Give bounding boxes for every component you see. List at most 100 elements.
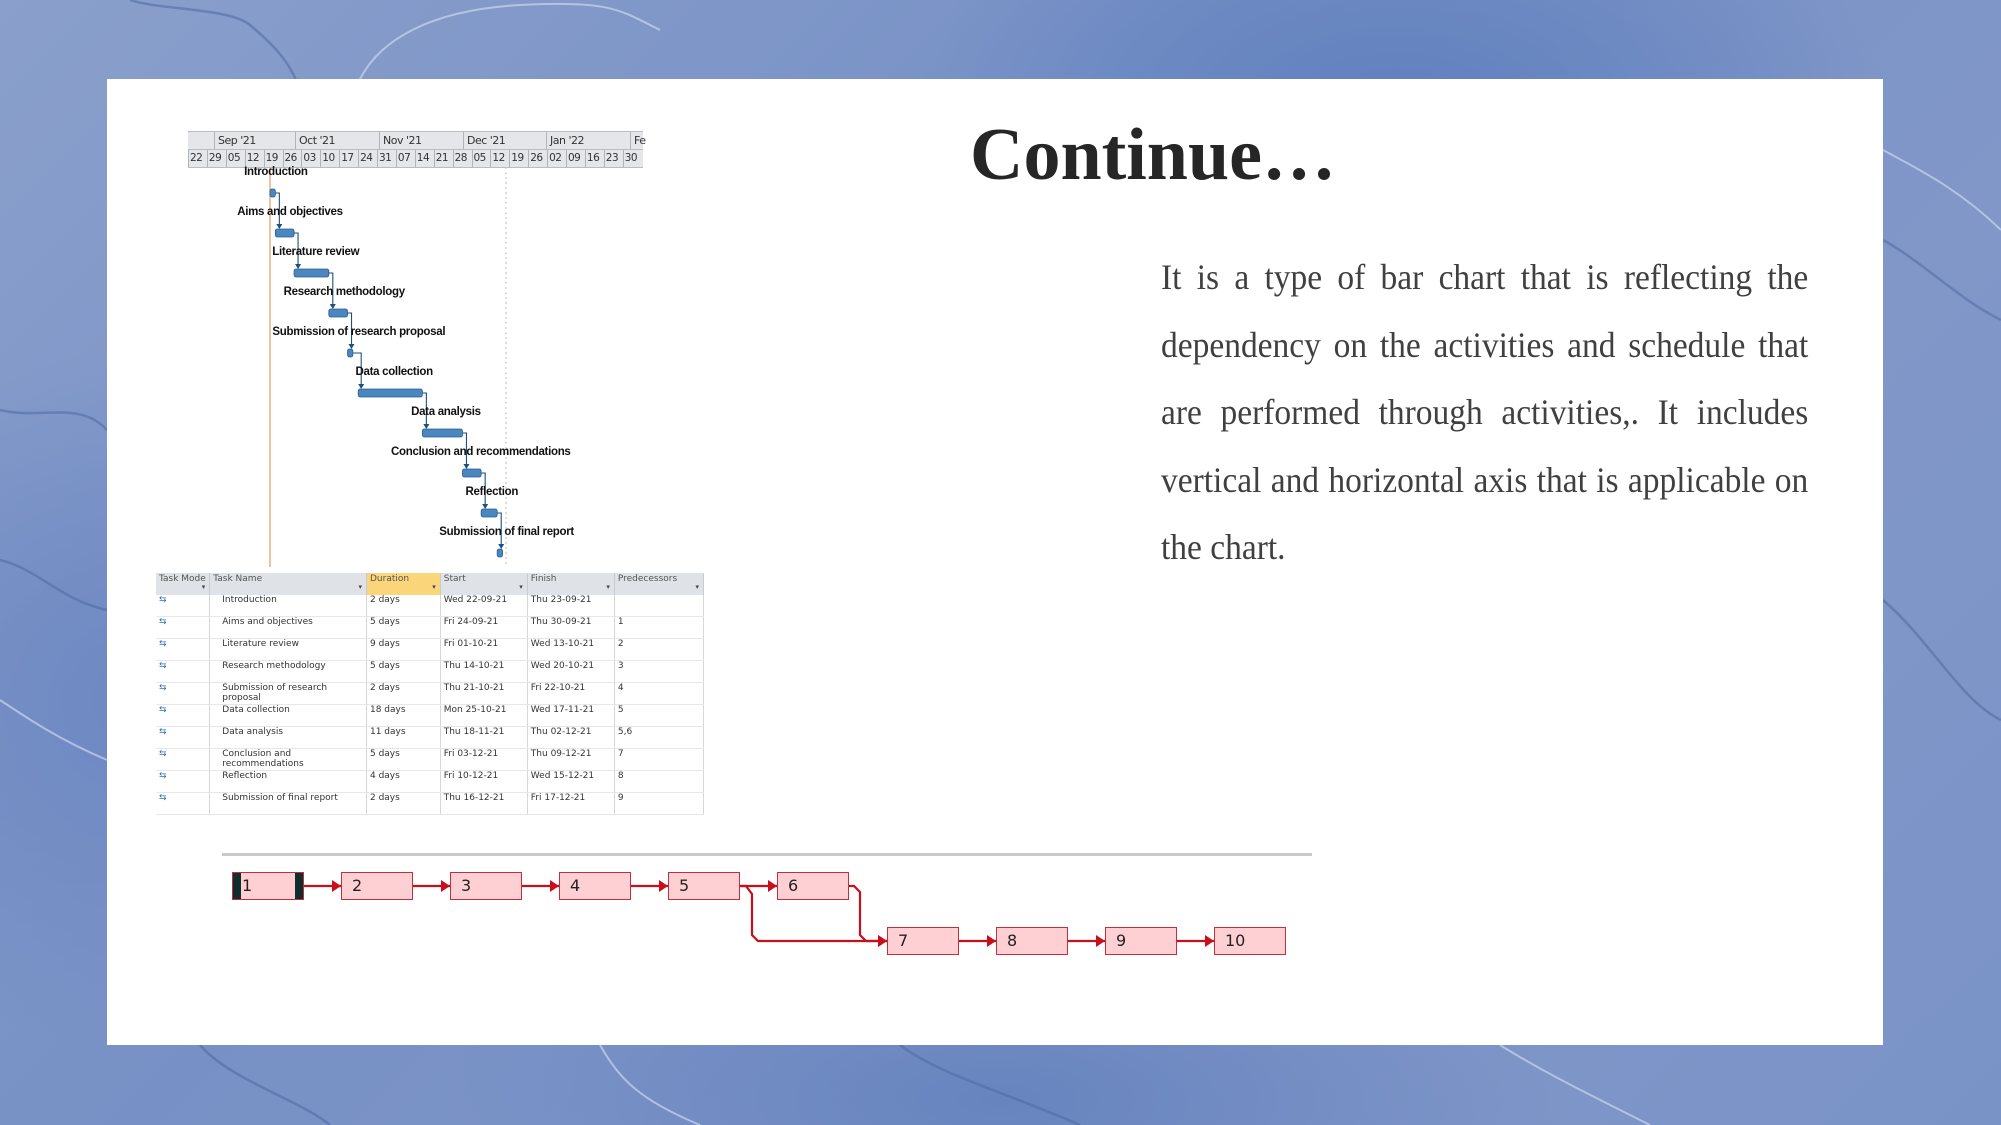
duration-cell[interactable]: 18 days: [366, 704, 441, 727]
start-cell[interactable]: Mon 25-10-21: [440, 704, 528, 727]
task-name-cell[interactable]: Research methodology: [209, 660, 367, 683]
table-row[interactable]: ⇆ Submission of research proposal 2 days Th…: [156, 682, 705, 705]
network-node[interactable]: 2: [341, 872, 413, 900]
predecessors-cell[interactable]: 3: [614, 660, 705, 683]
task-mode-icon[interactable]: ⇆: [156, 770, 211, 793]
table-row[interactable]: ⇆ Aims and objectives 5 days Fri 24-09-21 Th…: [156, 616, 705, 639]
duration-cell[interactable]: 5 days: [366, 660, 441, 683]
finish-cell[interactable]: Thu 09-12-21: [527, 748, 615, 771]
duration-cell[interactable]: 2 days: [366, 595, 441, 617]
task-mode-icon[interactable]: ⇆: [156, 660, 211, 683]
task-mode-icon[interactable]: ⇆: [156, 638, 211, 661]
finish-cell[interactable]: Wed 20-10-21: [527, 660, 615, 683]
duration-cell[interactable]: 5 days: [366, 616, 441, 639]
task-mode-icon[interactable]: ⇆: [156, 682, 211, 705]
gantt-bar[interactable]: [357, 388, 423, 398]
gantt-bar[interactable]: [496, 548, 503, 558]
finish-cell[interactable]: Thu 23-09-21: [527, 595, 615, 617]
start-cell[interactable]: Wed 22-09-21: [440, 595, 528, 617]
start-cell[interactable]: Thu 21-10-21: [440, 682, 528, 705]
task-name-cell[interactable]: Submission of final report: [209, 792, 367, 815]
finish-cell[interactable]: Thu 02-12-21: [527, 726, 615, 749]
table-row[interactable]: ⇆ Submission of final report 2 days Thu 16-…: [156, 792, 705, 815]
gantt-bar[interactable]: [462, 468, 482, 478]
gantt-bar[interactable]: [421, 428, 463, 438]
predecessors-cell[interactable]: 8: [614, 770, 705, 793]
start-cell[interactable]: Thu 14-10-21: [440, 660, 528, 683]
start-cell[interactable]: Thu 16-12-21: [440, 792, 528, 815]
predecessors-cell[interactable]: 5: [614, 704, 705, 727]
network-node[interactable]: 5: [668, 872, 740, 900]
dropdown-icon[interactable]: ▾: [358, 583, 362, 592]
header-predecessors[interactable]: Predecessors ▾: [614, 573, 705, 595]
table-row[interactable]: ⇆ Reflection 4 days Fri 10-12-21 Wed 15-12-2…: [156, 770, 705, 793]
task-name-cell[interactable]: Literature review: [209, 638, 367, 661]
table-row[interactable]: ⇆ Data analysis 11 days Thu 18-11-21 Thu 02-…: [156, 726, 705, 749]
gantt-bar[interactable]: [293, 268, 330, 278]
start-cell[interactable]: Fri 01-10-21: [440, 638, 528, 661]
gantt-bar[interactable]: [328, 308, 348, 318]
task-mode-icon[interactable]: ⇆: [156, 792, 211, 815]
task-name-cell[interactable]: Submission of research proposal: [209, 682, 367, 705]
table-row[interactable]: ⇆ Research methodology 5 days Thu 14-10-21 W…: [156, 660, 705, 683]
finish-cell[interactable]: Fri 17-12-21: [527, 792, 615, 815]
gantt-bar[interactable]: [269, 188, 276, 198]
dropdown-icon[interactable]: ▾: [432, 583, 436, 592]
finish-cell[interactable]: Wed 13-10-21: [527, 638, 615, 661]
predecessors-cell[interactable]: 7: [614, 748, 705, 771]
start-cell[interactable]: Fri 03-12-21: [440, 748, 528, 771]
network-node[interactable]: 1: [232, 872, 304, 900]
table-row[interactable]: ⇆ Literature review 9 days Fri 01-10-21 Wed …: [156, 638, 705, 661]
start-cell[interactable]: Fri 10-12-21: [440, 770, 528, 793]
duration-cell[interactable]: 4 days: [366, 770, 441, 793]
finish-cell[interactable]: Thu 30-09-21: [527, 616, 615, 639]
header-finish[interactable]: Finish ▾: [527, 573, 615, 595]
duration-cell[interactable]: 11 days: [366, 726, 441, 749]
start-cell[interactable]: Fri 24-09-21: [440, 616, 528, 639]
task-name-cell[interactable]: Reflection: [209, 770, 367, 793]
dropdown-icon[interactable]: ▾: [606, 583, 610, 592]
duration-cell[interactable]: 5 days: [366, 748, 441, 771]
predecessors-cell[interactable]: 1: [614, 616, 705, 639]
network-node[interactable]: 6: [777, 872, 849, 900]
duration-cell[interactable]: 2 days: [366, 682, 441, 705]
predecessors-cell[interactable]: 2: [614, 638, 705, 661]
dropdown-icon[interactable]: ▾: [202, 583, 206, 592]
dropdown-icon[interactable]: ▾: [695, 583, 699, 592]
header-task-mode[interactable]: Task Mode ▾: [156, 573, 211, 595]
dropdown-icon[interactable]: ▾: [519, 583, 523, 592]
task-name-cell[interactable]: Data analysis: [209, 726, 367, 749]
network-node[interactable]: 9: [1105, 927, 1177, 955]
duration-cell[interactable]: 2 days: [366, 792, 441, 815]
header-task-name[interactable]: Task Name ▾: [209, 573, 367, 595]
task-mode-icon[interactable]: ⇆: [156, 748, 211, 771]
finish-cell[interactable]: Fri 22-10-21: [527, 682, 615, 705]
task-name-cell[interactable]: Data collection: [209, 704, 367, 727]
network-node[interactable]: 8: [996, 927, 1068, 955]
table-row[interactable]: ⇆ Introduction 2 days Wed 22-09-21 Thu 23-09…: [156, 595, 705, 617]
gantt-bar[interactable]: [480, 508, 498, 518]
network-node[interactable]: 3: [450, 872, 522, 900]
header-duration[interactable]: Duration ▾: [366, 573, 441, 595]
task-name-cell[interactable]: Conclusion and recommendations: [209, 748, 367, 771]
task-mode-icon[interactable]: ⇆: [156, 704, 211, 727]
network-node[interactable]: 7: [887, 927, 959, 955]
task-mode-icon[interactable]: ⇆: [156, 595, 211, 617]
predecessors-cell[interactable]: 4: [614, 682, 705, 705]
network-node[interactable]: 4: [559, 872, 631, 900]
network-node[interactable]: 10: [1214, 927, 1286, 955]
table-row[interactable]: ⇆ Conclusion and recommendations 5 days Fri…: [156, 748, 705, 771]
finish-cell[interactable]: Wed 17-11-21: [527, 704, 615, 727]
header-start[interactable]: Start ▾: [440, 573, 528, 595]
predecessors-cell[interactable]: 9: [614, 792, 705, 815]
task-name-cell[interactable]: Aims and objectives: [209, 616, 367, 639]
start-cell[interactable]: Thu 18-11-21: [440, 726, 528, 749]
task-mode-icon[interactable]: ⇆: [156, 616, 211, 639]
gantt-bar[interactable]: [347, 348, 354, 358]
task-name-cell[interactable]: Introduction: [209, 595, 367, 617]
predecessors-cell[interactable]: [614, 595, 705, 617]
finish-cell[interactable]: Wed 15-12-21: [527, 770, 615, 793]
duration-cell[interactable]: 9 days: [366, 638, 441, 661]
gantt-bar[interactable]: [274, 228, 295, 238]
task-mode-icon[interactable]: ⇆: [156, 726, 211, 749]
